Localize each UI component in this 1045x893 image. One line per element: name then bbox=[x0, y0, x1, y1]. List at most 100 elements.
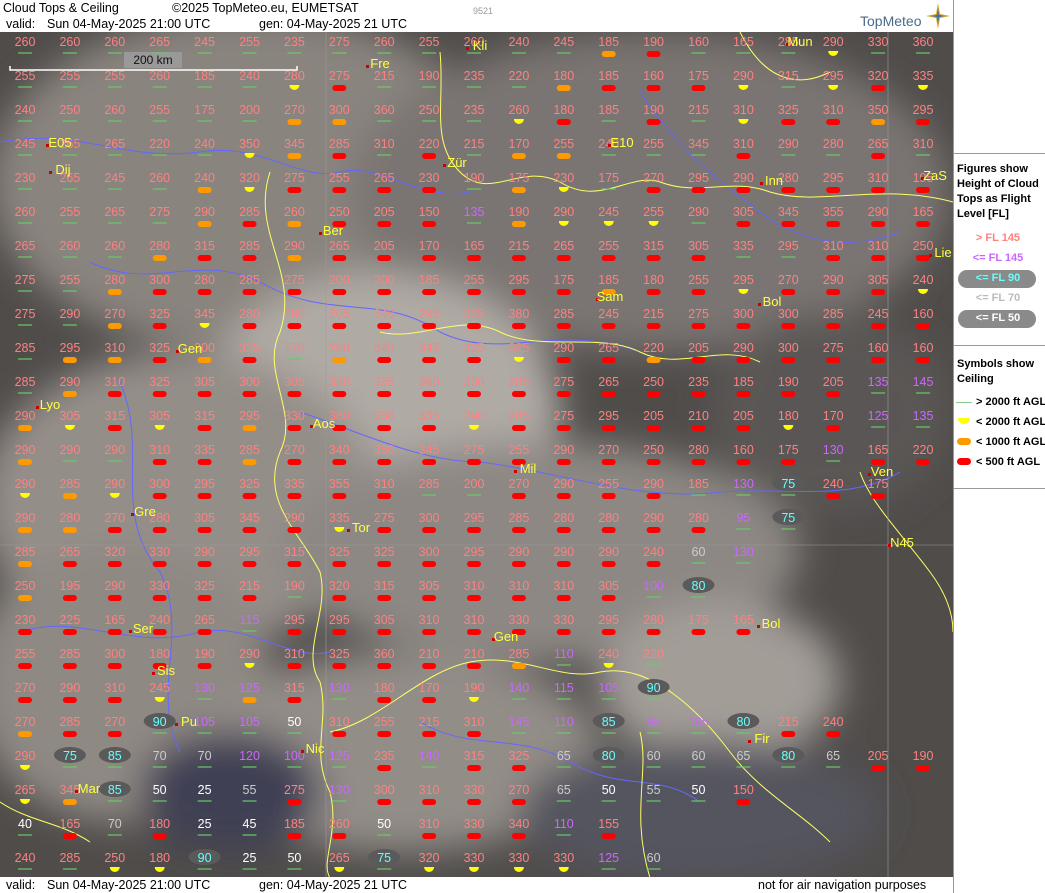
cloud-top-value: 130 bbox=[733, 545, 754, 559]
city-label: Fre bbox=[370, 56, 390, 71]
ceiling-500-icon bbox=[511, 323, 526, 329]
cloud-top-value: 250 bbox=[419, 103, 440, 117]
grid-cell: 295 bbox=[329, 613, 350, 635]
cloud-top-value: 325 bbox=[194, 579, 215, 593]
cloud-top-value: 255 bbox=[329, 171, 350, 185]
ceiling-500-icon bbox=[197, 527, 212, 533]
ceiling-1000-icon bbox=[287, 221, 302, 227]
cloud-top-value: 260 bbox=[374, 35, 395, 49]
legend-fl-item: <= FL 145 bbox=[972, 252, 1024, 264]
cloud-top-value: 290 bbox=[598, 545, 619, 559]
cloud-top-value: 215 bbox=[643, 307, 664, 321]
ceiling-500-icon bbox=[422, 323, 437, 329]
city-label: Sis bbox=[157, 663, 176, 678]
cloud-top-value: 285 bbox=[508, 647, 529, 661]
cloud-top-value: 230 bbox=[419, 171, 440, 185]
ceiling-500-icon bbox=[736, 153, 751, 159]
ceiling-500-icon bbox=[467, 595, 481, 601]
cloud-top-value: 265 bbox=[194, 613, 215, 627]
ceiling-500-icon bbox=[826, 255, 841, 261]
grid-cell: 285 bbox=[15, 375, 35, 394]
ceiling-500-icon bbox=[332, 153, 347, 159]
cloud-top-value: 300 bbox=[733, 307, 754, 321]
ceiling-500-icon bbox=[601, 323, 616, 329]
ceiling-1000-icon bbox=[556, 85, 571, 91]
ceiling-500-icon bbox=[62, 663, 77, 669]
ceiling-500-icon bbox=[377, 255, 392, 261]
cloud-top-value: 280 bbox=[149, 239, 170, 253]
cloud-top-value: 270 bbox=[15, 681, 36, 695]
cloud-top-value: 190 bbox=[508, 205, 529, 219]
cloud-top-value: 255 bbox=[419, 35, 440, 49]
legend-symbols-title: Symbols show Ceiling bbox=[957, 358, 1035, 385]
ceiling-500-icon bbox=[107, 391, 122, 397]
topmeteo-logo[interactable]: TopMeteo bbox=[860, 13, 921, 29]
ceiling-500-icon bbox=[197, 595, 212, 601]
valid-label: valid: bbox=[6, 17, 36, 31]
cloud-top-value: 275 bbox=[15, 273, 36, 287]
cloud-top-value: 45 bbox=[243, 817, 257, 831]
ceiling-500-icon bbox=[916, 187, 930, 193]
cloud-top-value: 220 bbox=[913, 443, 934, 457]
legend-figures-title: Figures show Height of Cloud Tops as Fli… bbox=[957, 163, 1039, 220]
ceiling-500-icon bbox=[332, 255, 347, 261]
cloud-top-value: 240 bbox=[508, 35, 529, 49]
city-label: Bol bbox=[763, 294, 782, 309]
ceiling-500-icon bbox=[377, 323, 392, 329]
cloud-top-value: 265 bbox=[868, 137, 889, 151]
cloud-top-value: 285 bbox=[239, 273, 260, 287]
cloud-top-value: 320 bbox=[239, 171, 260, 185]
cloud-top-value: 310 bbox=[464, 715, 485, 729]
city-label: Lyo bbox=[40, 397, 60, 412]
city-marker-icon bbox=[129, 630, 132, 633]
cloud-tops-map[interactable]: 200 km 260 260 260 265 245 255 235 275 260 255 260… bbox=[0, 32, 953, 878]
cloud-top-value: 275 bbox=[688, 307, 709, 321]
cloud-top-value: 220 bbox=[149, 137, 170, 151]
cloud-top-value: 25 bbox=[243, 851, 257, 865]
cloud-top-value: 270 bbox=[104, 715, 125, 729]
cloud-top-value: 295 bbox=[464, 511, 485, 525]
cloud-top-value: 105 bbox=[239, 715, 260, 729]
ceiling-1000-icon bbox=[511, 153, 526, 159]
cloud-top-value: 290 bbox=[59, 307, 80, 321]
ceiling-500-icon bbox=[152, 833, 167, 839]
ceiling-500-icon bbox=[197, 493, 212, 499]
ceiling-500-icon bbox=[467, 663, 481, 669]
cloud-top-value: 360 bbox=[913, 35, 934, 49]
grid-cell: 285 bbox=[59, 851, 80, 870]
cloud-top-value: 270 bbox=[104, 307, 125, 321]
cloud-top-value: 310 bbox=[464, 613, 485, 627]
cloud-top-value: 290 bbox=[59, 375, 80, 389]
cloud-top-value: 75 bbox=[63, 749, 77, 763]
ceiling-500-icon bbox=[871, 765, 886, 771]
grid-cell: 275 bbox=[15, 273, 36, 292]
cloud-top-value: 320 bbox=[868, 69, 889, 83]
ceiling-500-icon bbox=[467, 459, 481, 465]
cloud-top-value: 190 bbox=[464, 171, 485, 185]
cloud-top-value: 210 bbox=[419, 647, 440, 661]
ceiling-500-icon bbox=[781, 289, 796, 295]
valid-time: Sun 04-May-2025 21:00 UTC bbox=[47, 17, 211, 31]
ceiling-500-icon bbox=[422, 731, 437, 737]
ceiling-500-icon bbox=[646, 527, 661, 533]
cloud-top-value: 300 bbox=[374, 783, 395, 797]
ceiling-500-icon bbox=[736, 629, 751, 635]
cloud-top-value: 290 bbox=[733, 341, 754, 355]
ceiling-500-icon bbox=[62, 595, 77, 601]
cloud-top-value: 245 bbox=[149, 681, 170, 695]
ceiling-500-icon bbox=[467, 561, 481, 567]
city-marker-icon bbox=[466, 47, 469, 50]
city-label: Tor bbox=[352, 520, 371, 535]
ceiling-500-icon bbox=[422, 833, 437, 839]
ceiling-500-icon bbox=[467, 833, 481, 839]
cloud-top-value: 295 bbox=[823, 171, 844, 185]
cloud-top-value: 290 bbox=[868, 205, 889, 219]
ceiling-500-icon bbox=[287, 833, 302, 839]
ceiling-500-icon bbox=[287, 493, 302, 499]
cloud-top-value: 270 bbox=[284, 443, 305, 457]
ceiling-500-icon bbox=[467, 629, 481, 635]
ceiling-500-icon bbox=[152, 561, 167, 567]
ceiling-500-icon bbox=[781, 187, 796, 193]
ceiling-500-icon bbox=[736, 799, 751, 805]
grid-cell: 40 bbox=[18, 817, 32, 836]
